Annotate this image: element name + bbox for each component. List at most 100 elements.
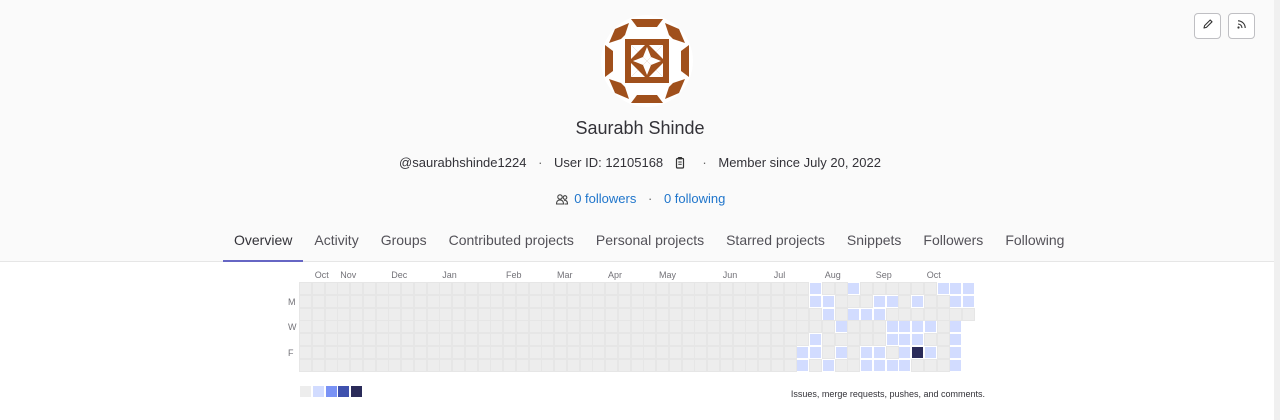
contribution-day[interactable]	[528, 307, 542, 321]
contribution-day[interactable]	[490, 333, 504, 346]
contribution-day[interactable]	[848, 308, 860, 320]
contribution-day[interactable]	[439, 294, 453, 308]
contribution-day[interactable]	[770, 358, 784, 372]
contribution-day[interactable]	[911, 307, 924, 321]
contribution-day[interactable]	[899, 346, 911, 358]
contribution-day[interactable]	[579, 320, 593, 334]
contribution-day[interactable]	[350, 282, 363, 295]
contribution-day[interactable]	[490, 320, 504, 334]
contribution-day[interactable]	[477, 320, 491, 334]
contribution-day[interactable]	[528, 320, 542, 334]
contribution-day[interactable]	[847, 320, 861, 334]
contribution-day[interactable]	[464, 282, 478, 295]
contribution-day[interactable]	[299, 320, 312, 334]
contribution-day[interactable]	[886, 321, 898, 333]
contribution-day[interactable]	[668, 358, 682, 372]
tab-personal-projects[interactable]: Personal projects	[585, 222, 715, 262]
contribution-day[interactable]	[694, 345, 708, 359]
contribution-day[interactable]	[490, 307, 504, 321]
contribution-day[interactable]	[643, 282, 657, 295]
contribution-day[interactable]	[732, 320, 746, 334]
contribution-day[interactable]	[592, 307, 606, 321]
contribution-day[interactable]	[541, 320, 555, 334]
contribution-day[interactable]	[834, 294, 848, 308]
contribution-day[interactable]	[732, 294, 746, 308]
contribution-day[interactable]	[732, 282, 746, 295]
contribution-day[interactable]	[426, 345, 440, 359]
contribution-day[interactable]	[515, 345, 529, 359]
contribution-day[interactable]	[452, 333, 465, 346]
contribution-day[interactable]	[707, 307, 720, 321]
contribution-day[interactable]	[962, 307, 975, 321]
contribution-day[interactable]	[630, 333, 644, 346]
contribution-day[interactable]	[299, 307, 312, 321]
contribution-day[interactable]	[503, 333, 516, 346]
contribution-day[interactable]	[337, 294, 351, 308]
contribution-day[interactable]	[477, 358, 491, 372]
contribution-day[interactable]	[643, 345, 657, 359]
contribution-day[interactable]	[809, 307, 822, 321]
contribution-day[interactable]	[617, 320, 631, 334]
contribution-day[interactable]	[707, 282, 720, 295]
contribution-day[interactable]	[401, 333, 414, 346]
contribution-day[interactable]	[362, 320, 376, 334]
contribution-day[interactable]	[299, 282, 312, 295]
contribution-day[interactable]	[388, 333, 402, 346]
contribution-day[interactable]	[592, 333, 606, 346]
contribution-day[interactable]	[324, 320, 338, 334]
contribution-day[interactable]	[311, 307, 325, 321]
contribution-day[interactable]	[936, 345, 950, 359]
contribution-day[interactable]	[503, 320, 516, 334]
contribution-day[interactable]	[388, 320, 402, 334]
contribution-day[interactable]	[694, 282, 708, 295]
contribution-day[interactable]	[950, 283, 962, 294]
contribution-day[interactable]	[528, 282, 542, 295]
contribution-day[interactable]	[770, 345, 784, 359]
contribution-day[interactable]	[834, 307, 848, 321]
contribution-day[interactable]	[401, 358, 414, 372]
contribution-day[interactable]	[528, 345, 542, 359]
contribution-day[interactable]	[847, 345, 861, 359]
contribution-day[interactable]	[477, 333, 491, 346]
contribution-day[interactable]	[810, 334, 821, 345]
contribution-day[interactable]	[681, 345, 695, 359]
contribution-day[interactable]	[324, 358, 338, 372]
contribution-day[interactable]	[797, 359, 809, 371]
contribution-day[interactable]	[566, 294, 580, 308]
contribution-day[interactable]	[950, 334, 962, 345]
contribution-day[interactable]	[809, 358, 822, 372]
contribution-day[interactable]	[337, 320, 351, 334]
contribution-day[interactable]	[490, 294, 504, 308]
contribution-day[interactable]	[375, 282, 389, 295]
contribution-day[interactable]	[375, 358, 389, 372]
contribution-day[interactable]	[936, 307, 950, 321]
contribution-day[interactable]	[707, 358, 720, 372]
followers-link[interactable]: 0 followers	[574, 191, 636, 206]
contribution-day[interactable]	[566, 358, 580, 372]
contribution-day[interactable]	[912, 321, 923, 333]
contribution-day[interactable]	[592, 345, 606, 359]
contribution-day[interactable]	[566, 307, 580, 321]
contribution-day[interactable]	[617, 358, 631, 372]
contribution-day[interactable]	[464, 320, 478, 334]
contribution-day[interactable]	[388, 294, 402, 308]
contribution-day[interactable]	[911, 358, 924, 372]
contribution-day[interactable]	[439, 358, 453, 372]
contribution-day[interactable]	[464, 345, 478, 359]
contribution-day[interactable]	[579, 282, 593, 295]
contribution-day[interactable]	[656, 345, 669, 359]
contribution-day[interactable]	[719, 333, 733, 346]
contribution-day[interactable]	[847, 333, 861, 346]
contribution-day[interactable]	[963, 283, 974, 294]
contribution-day[interactable]	[681, 358, 695, 372]
contribution-day[interactable]	[617, 282, 631, 295]
contribution-day[interactable]	[656, 307, 669, 321]
tab-starred-projects[interactable]: Starred projects	[715, 222, 836, 262]
contribution-day[interactable]	[630, 294, 644, 308]
contribution-day[interactable]	[681, 307, 695, 321]
contribution-day[interactable]	[873, 308, 885, 320]
contribution-day[interactable]	[592, 294, 606, 308]
contribution-day[interactable]	[656, 320, 669, 334]
contribution-day[interactable]	[592, 282, 606, 295]
contribution-day[interactable]	[413, 358, 427, 372]
